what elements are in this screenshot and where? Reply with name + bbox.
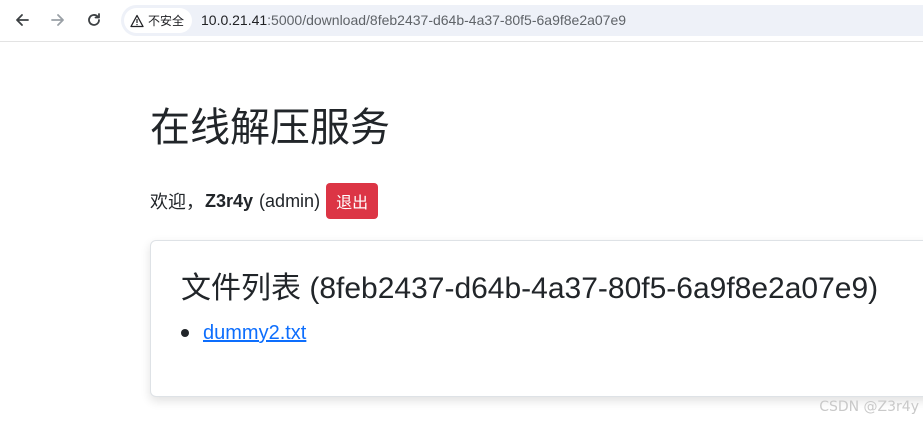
warning-icon [130, 14, 144, 27]
back-button[interactable] [11, 9, 33, 31]
browser-toolbar: 不安全 10.0.21.41:5000/download/8feb2437-d6… [0, 0, 923, 42]
address-bar[interactable]: 不安全 10.0.21.41:5000/download/8feb2437-d6… [121, 5, 923, 36]
url-text[interactable]: 10.0.21.41:5000/download/8feb2437-d64b-4… [201, 5, 626, 36]
security-label: 不安全 [148, 14, 185, 28]
file-list: dummy2.txt [181, 319, 306, 347]
username: Z3r4y [205, 190, 254, 211]
logout-button[interactable]: 退出 [326, 183, 379, 219]
file-download-link[interactable]: dummy2.txt [203, 322, 306, 344]
file-list-card: 文件列表 (8feb2437-d64b-4a37-80f5-6a9f8e2a07… [150, 240, 923, 397]
url-host: 10.0.21.41 [201, 12, 268, 28]
page-title: 在线解压服务 [150, 105, 390, 151]
reload-icon [88, 13, 100, 26]
file-list-title: 文件列表 (8feb2437-d64b-4a37-80f5-6a9f8e2a07… [181, 272, 879, 305]
user-role: (admin) [259, 190, 321, 211]
security-indicator[interactable]: 不安全 [124, 8, 193, 33]
welcome-prefix: 欢迎， [150, 192, 204, 212]
arrow-left-icon [16, 14, 29, 26]
list-item: dummy2.txt [181, 319, 306, 347]
watermark: CSDN @Z3r4y [819, 399, 919, 415]
forward-button[interactable] [47, 9, 69, 31]
welcome-bar: 欢迎， Z3r4y (admin) 退出 [150, 183, 379, 219]
bullet-icon [181, 329, 189, 337]
url-path: :5000/download/8feb2437-d64b-4a37-80f5-6… [267, 12, 627, 28]
arrow-right-icon [51, 14, 64, 26]
reload-button[interactable] [83, 9, 105, 31]
